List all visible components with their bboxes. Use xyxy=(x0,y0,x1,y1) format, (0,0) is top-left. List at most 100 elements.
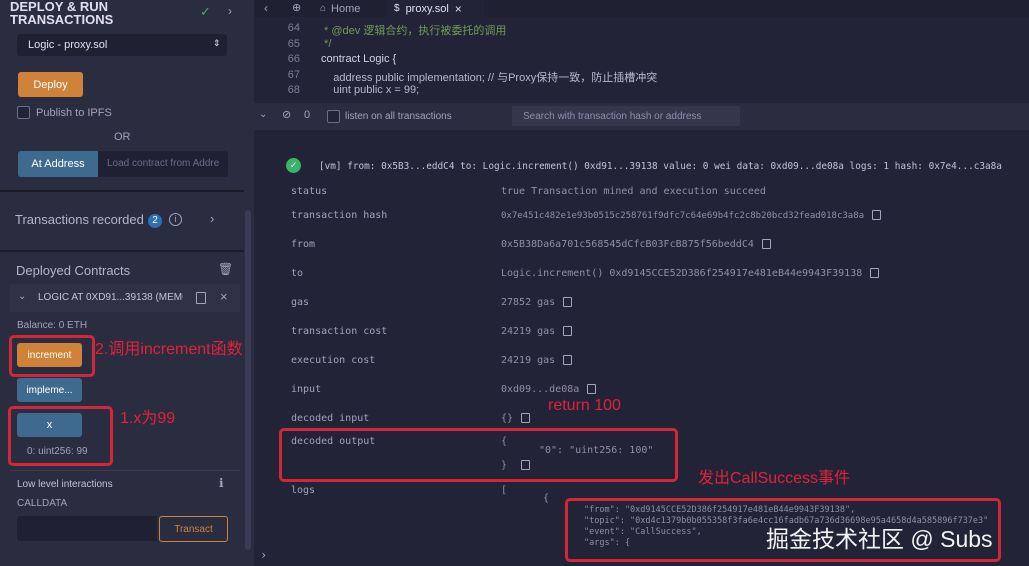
code-text: * @dev 逻辑合约，执行被委托的调用 xyxy=(321,25,507,37)
calldata-label: CALLDATA xyxy=(17,498,68,509)
divider xyxy=(0,190,244,192)
or-label: OR xyxy=(114,131,131,143)
copy-icon[interactable] xyxy=(587,384,597,394)
tx-field-key: execution cost xyxy=(291,355,376,366)
tx-field-key: gas xyxy=(291,297,310,308)
line-number: 64 xyxy=(287,22,300,34)
x-button[interactable]: x xyxy=(17,413,82,437)
tx-field-value: true Transaction mined and execution suc… xyxy=(501,186,766,197)
deploy-run-panel: DEPLOY & RUN TRANSACTIONS ✓ › Logic - pr… xyxy=(0,0,254,566)
code-line: 68 uint public x = 99; xyxy=(254,84,419,96)
panel-title: DEPLOY & RUN TRANSACTIONS xyxy=(10,0,114,27)
tx-field-key: status xyxy=(291,186,328,197)
code-editor[interactable]: 64 * @dev 逻辑合约，执行被委托的调用 65 */ 66 contract L… xyxy=(254,17,1029,103)
publish-ipfs-checkbox[interactable] xyxy=(17,106,30,119)
tx-field-value: 24219 gas xyxy=(501,326,573,337)
copy-icon[interactable] xyxy=(870,268,880,278)
x-value-output: 0: uint256: 99 xyxy=(27,446,88,457)
low-level-interactions-label: Low level interactions xyxy=(17,479,113,490)
contract-instance-header[interactable]: ⌄ LOGIC AT 0XD91...39138 (MEMC × xyxy=(10,284,240,312)
code-text: address public implementation; // 与Proxy… xyxy=(321,71,658,84)
divider xyxy=(10,470,240,471)
publish-ipfs-label: Publish to IPFS xyxy=(36,107,112,119)
collapse-icon[interactable]: ⌄ xyxy=(259,109,267,120)
code-line: 65 */ xyxy=(254,37,332,50)
chevron-right-icon[interactable]: › xyxy=(210,211,214,226)
code-line: 67 address public implementation; // 与Pr… xyxy=(254,69,657,85)
tab-proxy-sol[interactable]: $ proxy.sol × xyxy=(386,0,484,17)
tx-field-value: 27852 gas xyxy=(501,297,573,308)
code-line: 66 contract Logic { xyxy=(254,53,396,65)
calldata-input[interactable] xyxy=(17,516,157,541)
listen-checkbox[interactable] xyxy=(327,110,340,123)
code-text: contract Logic { xyxy=(321,53,397,65)
file-icon: $ xyxy=(394,3,400,14)
zoom-in-icon[interactable]: ⊕ xyxy=(292,1,301,14)
transactions-count-badge: 2 xyxy=(148,214,162,228)
annotation-output-box xyxy=(279,428,678,482)
tx-field-value: 24219 gas xyxy=(501,355,573,366)
deploy-button[interactable]: Deploy xyxy=(18,72,83,97)
tx-field-value: 0xd09...de08a xyxy=(501,384,597,395)
tx-field-key: logs xyxy=(291,485,316,496)
tx-field-key: transaction hash xyxy=(291,210,388,221)
copy-icon[interactable] xyxy=(563,326,573,336)
divider xyxy=(0,250,244,252)
tx-summary[interactable]: [vm] from: 0x5B3...eddC4 to: Logic.incre… xyxy=(319,161,1002,172)
copy-icon[interactable] xyxy=(872,210,882,220)
contract-select[interactable]: Logic - proxy.sol ⇕ xyxy=(17,34,227,56)
terminal-search-input[interactable]: Search with transaction hash or address xyxy=(512,106,740,126)
at-address-input[interactable]: Load contract from Addre xyxy=(98,151,228,177)
log-line: "from": "0xd9145CCE52D386f254917e481eB44… xyxy=(584,505,856,515)
check-icon: ✓ xyxy=(200,4,211,19)
code-line: 64 * @dev 逻辑合约，执行被委托的调用 xyxy=(254,22,507,38)
terminal-output: ✓ [vm] from: 0x5B3...eddC4 to: Logic.inc… xyxy=(254,130,1029,566)
listen-label: listen on all transactions xyxy=(345,111,452,122)
balance-label: Balance: 0 ETH xyxy=(17,320,88,331)
tx-field-value: Logic.increment() 0xd9145CCE52D386f25491… xyxy=(501,268,880,279)
copy-icon[interactable] xyxy=(761,239,771,249)
copy-icon[interactable] xyxy=(563,355,573,365)
copy-icon[interactable] xyxy=(196,292,206,304)
annotation-increment-text: 2.调用increment函数 xyxy=(95,341,243,358)
info-icon[interactable]: i xyxy=(169,213,182,226)
contract-instance-name: LOGIC AT 0XD91...39138 (MEMC xyxy=(38,292,183,303)
tx-field-key: input xyxy=(291,384,322,395)
increment-button[interactable]: increment xyxy=(17,343,82,367)
clear-icon[interactable]: ⊘ xyxy=(282,108,291,121)
scrollbar[interactable] xyxy=(245,210,251,550)
annotation-event-text: 发出CallSuccess事件 xyxy=(698,470,851,487)
info-icon[interactable]: ℹ xyxy=(219,476,224,490)
sort-icon: ⇕ xyxy=(213,38,221,48)
tx-field-key: to xyxy=(291,268,304,279)
tab-bar: ‹ ⊕ ⌂ Home $ proxy.sol × xyxy=(254,0,1029,17)
copy-icon[interactable] xyxy=(563,297,573,307)
annotation-x-text: 1.x为99 xyxy=(120,410,176,427)
terminal-toolbar: ⌄ ⊘ 0 listen on all transactions Search … xyxy=(254,103,1029,130)
chevron-right-icon[interactable]: › xyxy=(228,4,232,18)
transactions-recorded-label[interactable]: Transactions recorded xyxy=(15,212,144,227)
close-icon[interactable]: × xyxy=(455,2,462,16)
watermark: 掘金技术社区 @ Subs xyxy=(766,526,993,552)
line-number: 65 xyxy=(287,37,300,50)
tx-field-value: {} xyxy=(501,413,531,424)
tx-field-key: from xyxy=(291,239,316,250)
tx-field-value: [ xyxy=(501,485,508,496)
tab-home[interactable]: ⌂ Home xyxy=(320,0,380,17)
tx-field-value: 0x5B38Da6a701c568545dCfcB03FcB875f56bedd… xyxy=(501,239,771,250)
pending-tx-count: 0 xyxy=(304,109,311,121)
close-icon[interactable]: × xyxy=(220,289,228,304)
terminal-prompt[interactable]: › xyxy=(260,548,267,562)
implementation-button[interactable]: impleme... xyxy=(17,378,82,402)
chevron-down-icon[interactable]: ⌄ xyxy=(18,291,26,302)
line-number: 66 xyxy=(287,53,300,65)
trash-icon[interactable]: 🗑 xyxy=(218,262,233,276)
copy-icon[interactable] xyxy=(521,413,531,423)
tx-field-value: 0x7e451c482e1e93b0515c258761f9dfc7c64e69… xyxy=(501,210,882,221)
line-number: 68 xyxy=(287,84,300,96)
transact-button[interactable]: Transact xyxy=(159,516,228,542)
tx-field-key: transaction cost xyxy=(291,326,388,337)
tx-field-key: decoded input xyxy=(291,413,370,424)
at-address-button[interactable]: At Address xyxy=(18,151,98,177)
chevron-left-icon[interactable]: ‹ xyxy=(264,1,268,15)
